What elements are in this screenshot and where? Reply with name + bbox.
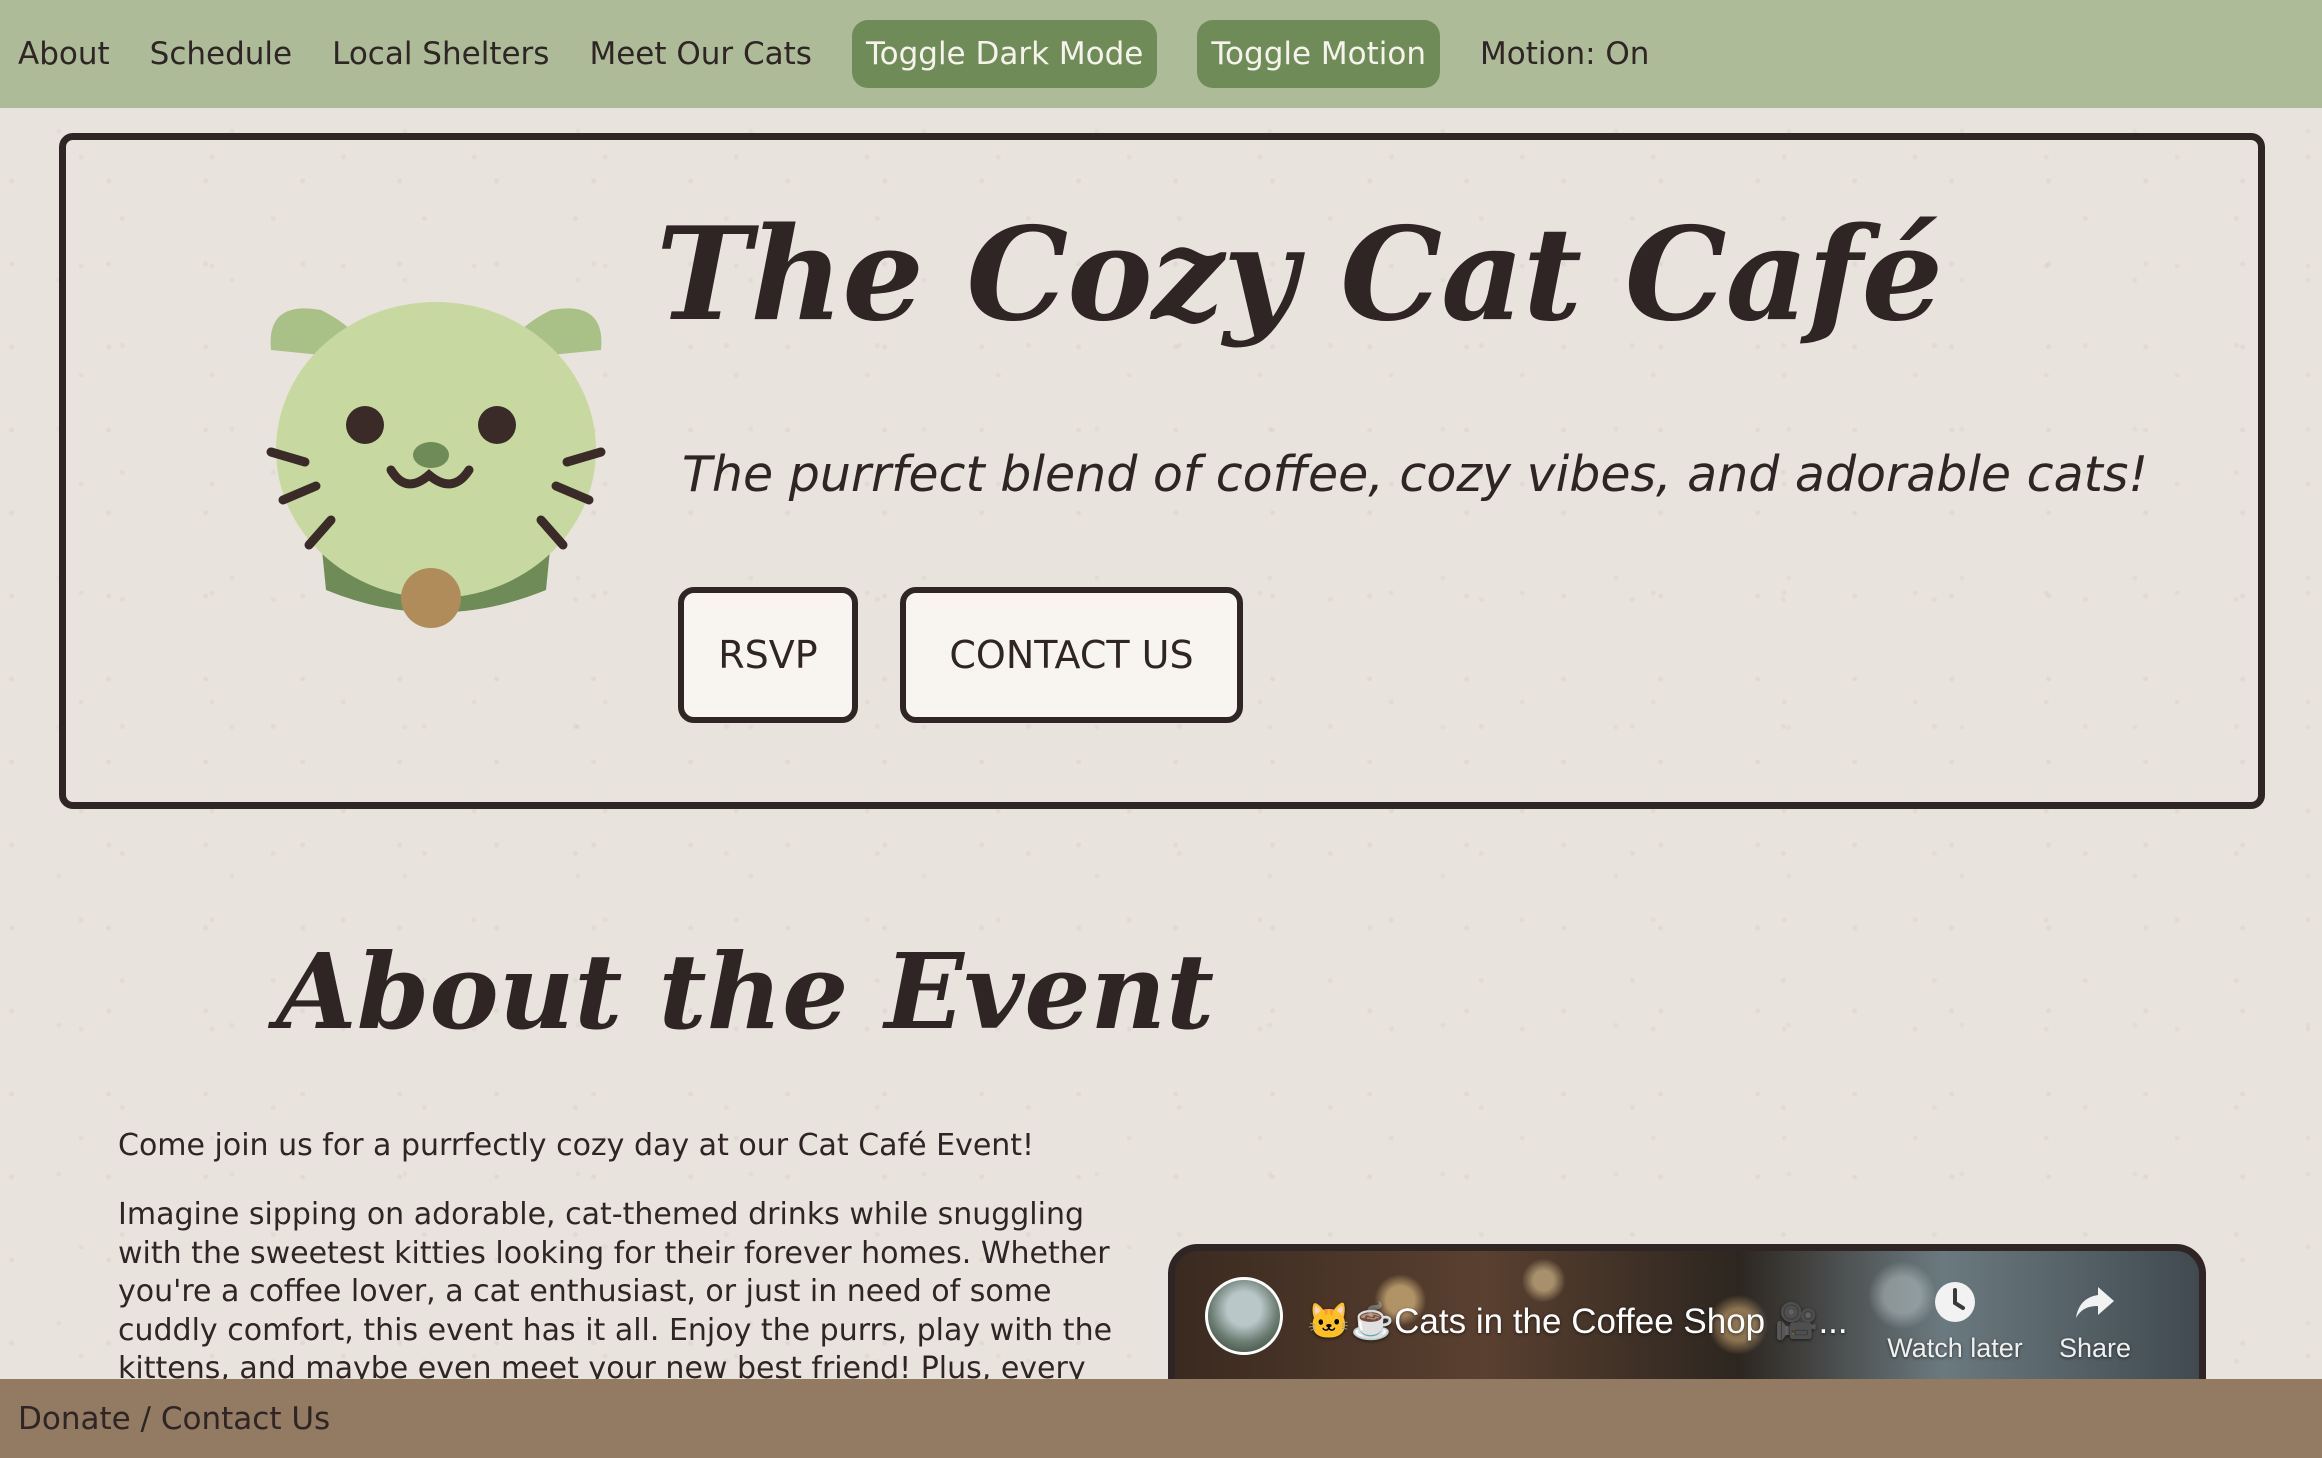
channel-avatar[interactable]: [1205, 1277, 1283, 1355]
site-title: The Cozy Cat Café: [656, 200, 1943, 350]
nav-link-schedule[interactable]: Schedule: [150, 36, 292, 72]
share-label: Share: [2058, 1333, 2132, 1363]
share-button[interactable]: Share: [2035, 1279, 2155, 1364]
hero-subtitle: The purrfect blend of coffee, cozy vibes…: [682, 446, 2149, 503]
cat-mascot-icon: [266, 302, 606, 628]
contact-us-button[interactable]: CONTACT US: [900, 587, 1243, 723]
toggle-motion-button[interactable]: Toggle Motion: [1197, 20, 1440, 88]
donate-contact-link[interactable]: Donate / Contact Us: [18, 1401, 330, 1437]
rsvp-button[interactable]: RSVP: [678, 587, 858, 723]
footer-bar: Donate / Contact Us: [0, 1379, 2322, 1458]
toggle-dark-mode-button[interactable]: Toggle Dark Mode: [851, 20, 1158, 88]
clock-icon: [1935, 1282, 1975, 1322]
motion-status: Motion: On: [1480, 36, 1650, 72]
nav-link-local-shelters[interactable]: Local Shelters: [332, 36, 549, 72]
about-intro: Come join us for a purrfectly cozy day a…: [118, 1128, 1035, 1163]
about-heading: About the Event: [276, 930, 1215, 1053]
share-arrow-icon: [2076, 1287, 2114, 1318]
video-title[interactable]: 🐱☕Cats in the Coffee Shop 🎥...: [1307, 1301, 1848, 1342]
nav-link-about[interactable]: About: [18, 36, 110, 72]
top-nav: About Schedule Local Shelters Meet Our C…: [0, 0, 2322, 108]
nav-link-meet-our-cats[interactable]: Meet Our Cats: [589, 36, 812, 72]
watch-later-button[interactable]: Watch later: [1875, 1279, 2035, 1364]
watch-later-label: Watch later: [1887, 1333, 2023, 1363]
hero-card: The Cozy Cat Café The purrfect blend of …: [59, 133, 2265, 809]
